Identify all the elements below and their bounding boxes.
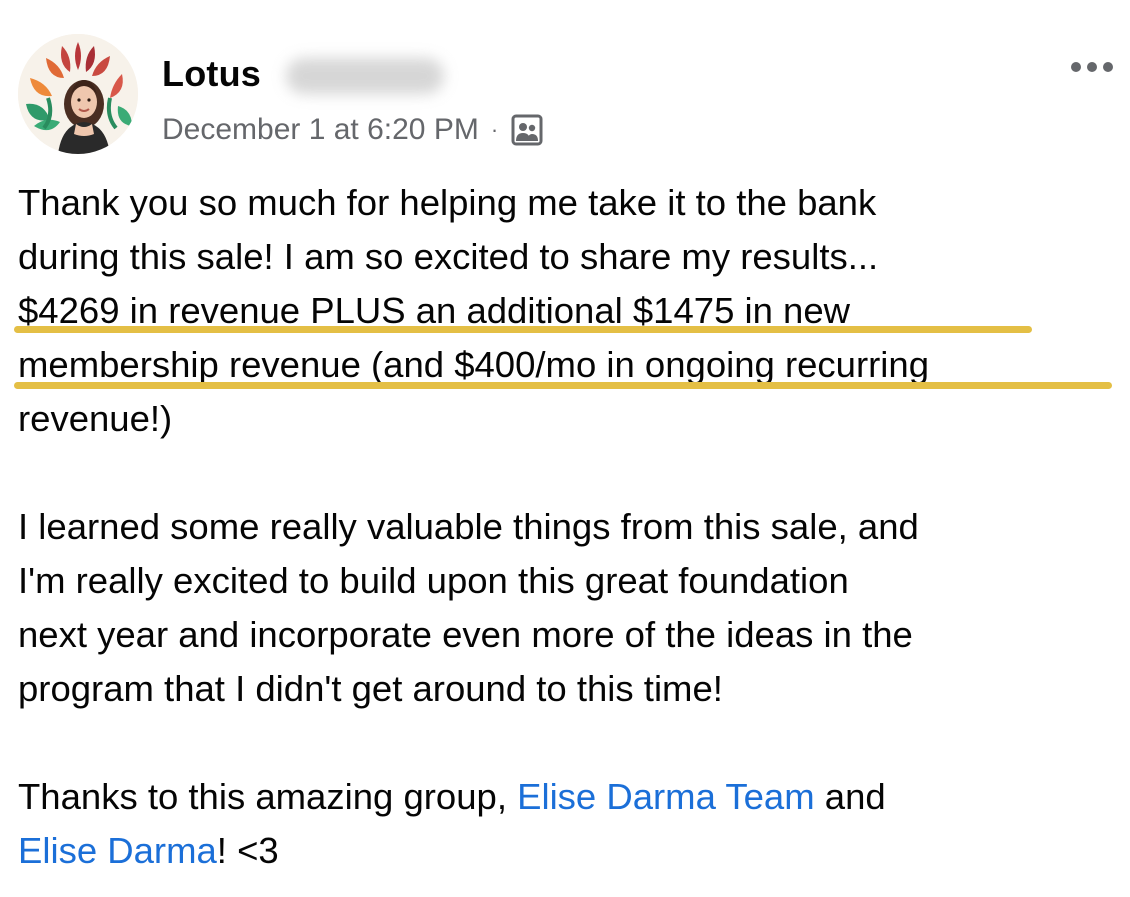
body-line: program that I didn't get around to this…	[18, 668, 723, 709]
redacted-last-name	[286, 58, 444, 94]
body-line: next year and incorporate even more of t…	[18, 614, 913, 655]
body-line: I'm really excited to build upon this gr…	[18, 560, 849, 601]
body-line: I learned some really valuable things fr…	[18, 506, 919, 547]
more-dot	[1071, 62, 1081, 72]
profile-photo-icon	[18, 34, 138, 154]
more-dot	[1087, 62, 1097, 72]
body-line: Thanks to this amazing group, Elise Darm…	[18, 770, 1118, 824]
author-avatar[interactable]	[18, 34, 138, 154]
mention-link-person[interactable]: Elise Darma	[18, 830, 217, 871]
more-dot	[1103, 62, 1113, 72]
meta-separator: ·	[490, 117, 499, 142]
group-audience-icon[interactable]	[510, 113, 544, 147]
author-name[interactable]: Lotus	[162, 52, 261, 96]
post-meta: December 1 at 6:20 PM ·	[162, 108, 544, 152]
body-line: Elise Darma! <3	[18, 824, 1118, 878]
highlight-underline	[14, 382, 1112, 389]
post-paragraph-2: I learned some really valuable things fr…	[18, 500, 1118, 716]
body-line: during this sale! I am so excited to sha…	[18, 236, 879, 277]
body-line: revenue!)	[18, 398, 173, 439]
post-paragraph-1: Thank you so much for helping me take it…	[18, 176, 1118, 446]
post-paragraph-3: Thanks to this amazing group, Elise Darm…	[18, 770, 1118, 878]
post-timestamp[interactable]: December 1 at 6:20 PM	[162, 113, 479, 147]
mention-link-team[interactable]: Elise Darma Team	[517, 776, 815, 817]
thanks-text: Thanks to this amazing group,	[18, 776, 518, 817]
highlight-underline	[14, 326, 1032, 333]
heart-emoticon-text: ! <3	[216, 830, 279, 871]
body-line: Thank you so much for helping me take it…	[18, 182, 877, 223]
thanks-text-and: and	[814, 776, 886, 817]
more-options-icon[interactable]	[1064, 52, 1120, 82]
facebook-post: Lotus December 1 at 6:20 PM · Thank you …	[0, 0, 1130, 897]
